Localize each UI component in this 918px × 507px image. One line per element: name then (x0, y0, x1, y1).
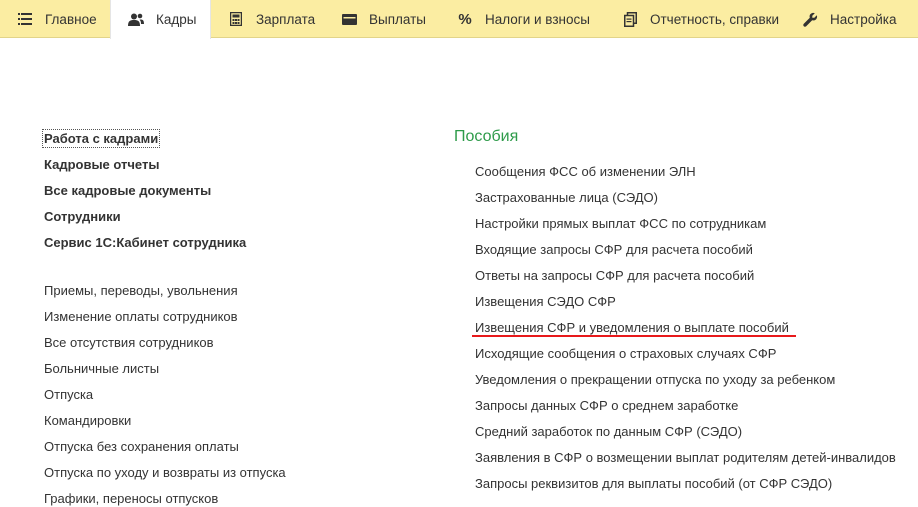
list-item[interactable]: Приемы, переводы, увольнения (44, 278, 286, 304)
tab-label: Главное (45, 11, 97, 27)
tab-label: Налоги и взносы (485, 11, 590, 27)
tab-salary[interactable]: Зарплата (211, 0, 326, 38)
highlight-underline (472, 335, 796, 337)
list-item[interactable]: Настройки прямых выплат ФСС по сотрудник… (475, 211, 896, 237)
employee-cabinet-service-link[interactable]: Сервис 1С:Кабинет сотрудника (44, 232, 286, 258)
tab-settings[interactable]: Настройка (787, 0, 918, 38)
people-icon (128, 12, 144, 28)
list-item[interactable]: Исходящие сообщения о страховых случаях … (475, 341, 896, 367)
list-item[interactable]: Сообщения ФСС об изменении ЭЛН (475, 159, 896, 185)
tab-reports[interactable]: Отчетность, справки (604, 0, 787, 38)
employees-link[interactable]: Сотрудники (44, 206, 286, 232)
top-menu-bar: Главное Кадры Зарплата Выплаты % Налоги … (0, 0, 918, 39)
list-item[interactable]: Графики, переносы отпусков (44, 486, 286, 507)
hr-all-documents-link[interactable]: Все кадровые документы (44, 180, 286, 206)
percent-icon: % (458, 10, 472, 28)
hr-panel: Работа с кадрами Кадровые отчеты Все кад… (41, 128, 286, 507)
list-item[interactable]: Отпуска по уходу и возвраты из отпуска (44, 460, 286, 486)
list-item[interactable]: Изменение оплаты сотрудников (44, 304, 286, 330)
tab-label: Выплаты (369, 11, 426, 27)
link-label: Работа с кадрами (41, 129, 161, 148)
wallet-icon (341, 11, 357, 27)
list-item[interactable]: Больничные листы (44, 356, 286, 382)
hamburger-icon (17, 11, 33, 27)
tab-label: Отчетность, справки (650, 11, 780, 27)
list-item[interactable]: Запросы реквизитов для выплаты пособий (… (475, 471, 896, 497)
benefits-list: Сообщения ФСС об изменении ЭЛН Застрахов… (454, 159, 896, 497)
benefits-panel: Пособия Сообщения ФСС об изменении ЭЛН З… (454, 127, 896, 497)
list-item[interactable]: Уведомления о прекращении отпуска по ухо… (475, 367, 896, 393)
list-item[interactable]: Отпуска без сохранения оплаты (44, 434, 286, 460)
list-item[interactable]: Извещения СЭДО СФР (475, 289, 896, 315)
calculator-icon (228, 11, 244, 27)
hr-work-link[interactable]: Работа с кадрами (41, 128, 286, 154)
list-item[interactable]: Отпуска (44, 382, 286, 408)
list-item[interactable]: Заявления в СФР о возмещении выплат роди… (475, 445, 896, 471)
tab-main[interactable]: Главное (0, 0, 110, 38)
section-title: Пособия (454, 128, 519, 145)
list-item[interactable]: Ответы на запросы СФР для расчета пособи… (475, 263, 896, 289)
tab-payments[interactable]: Выплаты (326, 0, 441, 38)
list-item[interactable]: Все отсутствия сотрудников (44, 330, 286, 356)
documents-icon (622, 11, 638, 27)
list-item[interactable]: Застрахованные лица (СЭДО) (475, 185, 896, 211)
tab-label: Настройка (830, 11, 897, 27)
list-item[interactable]: Командировки (44, 408, 286, 434)
list-item[interactable]: Запросы данных СФР о среднем заработке (475, 393, 896, 419)
tab-label: Кадры (156, 12, 197, 27)
list-item[interactable]: Средний заработок по данным СФР (СЭДО) (475, 419, 896, 445)
highlighted-list-item[interactable]: Извещения СФР и уведомления о выплате по… (475, 315, 896, 341)
hr-documents-list: Приемы, переводы, увольнения Изменение о… (44, 278, 286, 507)
list-item[interactable]: Входящие запросы СФР для расчета пособий (475, 237, 896, 263)
hr-reports-link[interactable]: Кадровые отчеты (44, 154, 286, 180)
tab-hr[interactable]: Кадры (110, 0, 211, 39)
tab-label: Зарплата (256, 11, 316, 27)
wrench-icon (802, 11, 818, 27)
tab-taxes[interactable]: % Налоги и взносы (441, 0, 604, 38)
